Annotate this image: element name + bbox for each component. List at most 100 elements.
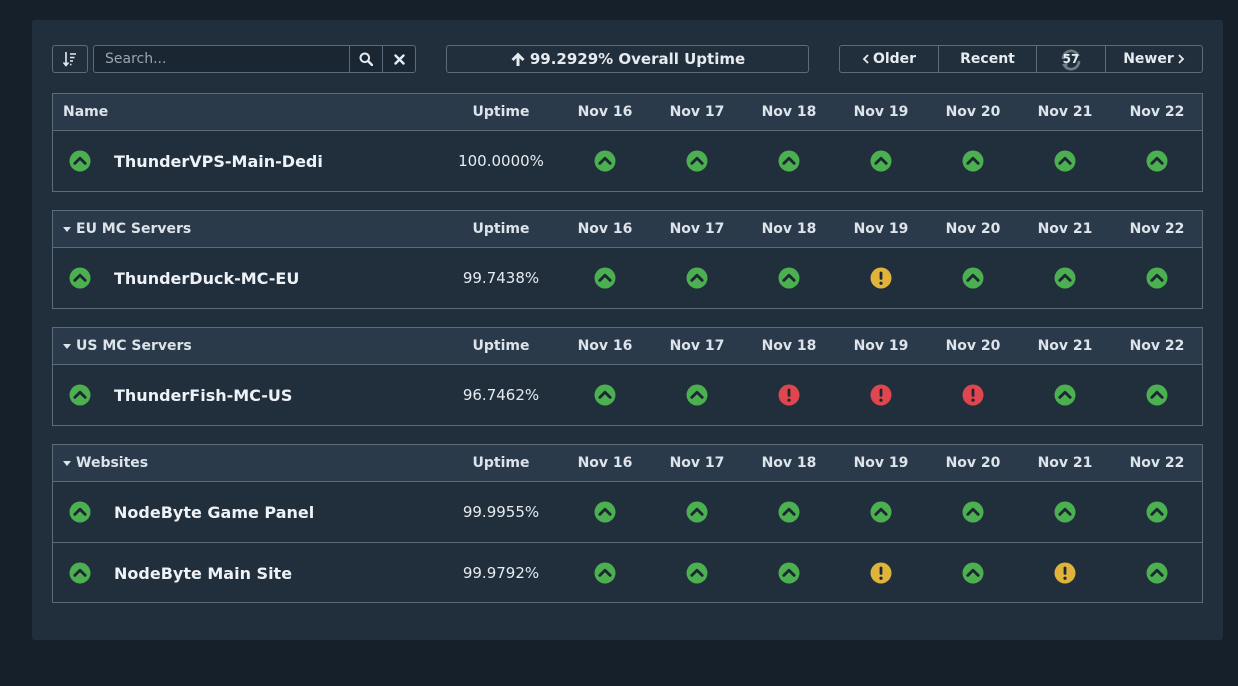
day-status-cell[interactable] [841, 482, 921, 542]
day-status-warning-icon [870, 267, 892, 289]
monitor-group: US MC Servers Uptime Nov 16 Nov 17 Nov 18 Nov… [52, 327, 1203, 426]
older-button[interactable]: Older [839, 45, 939, 73]
monitor-row[interactable]: ThunderVPS-Main-Dedi 100.0000% [53, 131, 1202, 191]
day-status-up-icon [594, 501, 616, 523]
clear-search-button[interactable] [382, 45, 416, 73]
monitor-name[interactable]: ThunderFish-MC-US [114, 365, 292, 425]
day-status-cell[interactable] [565, 482, 645, 542]
group-header[interactable]: Websites Uptime Nov 16 Nov 17 Nov 18 Nov 19 No… [53, 445, 1202, 482]
group-header[interactable]: EU MC Servers Uptime Nov 16 Nov 17 Nov 18 Nov… [53, 211, 1202, 248]
day-status-cell[interactable] [933, 543, 1013, 603]
caret-down-icon[interactable] [63, 344, 71, 349]
arrow-up-icon [511, 52, 525, 66]
group-header[interactable]: US MC Servers Uptime Nov 16 Nov 17 Nov 18 Nov… [53, 328, 1202, 365]
uptime-column-header[interactable]: Uptime [441, 211, 561, 248]
uptime-column-header[interactable]: Uptime [441, 94, 561, 131]
day-status-cell[interactable] [657, 131, 737, 191]
day-status-down-icon [962, 384, 984, 406]
monitor-name[interactable]: NodeByte Game Panel [114, 482, 314, 542]
monitor-row[interactable]: NodeByte Main Site 99.9792% [53, 542, 1202, 602]
day-status-cell[interactable] [657, 543, 737, 603]
day-status-up-icon [962, 562, 984, 584]
day-status-up-icon [594, 150, 616, 172]
monitor-name[interactable]: ThunderDuck-MC-EU [114, 248, 299, 308]
caret-down-icon[interactable] [63, 227, 71, 232]
day-status-cell[interactable] [565, 365, 645, 425]
monitor-uptime: 99.9955% [462, 503, 540, 521]
day-status-cell[interactable] [1117, 365, 1197, 425]
day-status-up-icon [778, 562, 800, 584]
caret-down-icon[interactable] [63, 461, 71, 466]
day-status-down-icon [870, 384, 892, 406]
date-column-header: Nov 18 [761, 455, 817, 471]
date-column-header: Nov 18 [761, 221, 817, 237]
monitor-group: Name Uptime Nov 16 Nov 17 Nov 18 Nov 19 Nov 20… [52, 93, 1203, 192]
day-status-cell[interactable] [1117, 482, 1197, 542]
day-status-cell[interactable] [565, 248, 645, 308]
group-title[interactable]: EU MC Servers [63, 211, 191, 248]
status-up-icon [69, 150, 91, 172]
day-status-up-icon [686, 150, 708, 172]
day-status-cell[interactable] [933, 248, 1013, 308]
day-status-up-icon [1146, 562, 1168, 584]
monitor-group: EU MC Servers Uptime Nov 16 Nov 17 Nov 18 Nov… [52, 210, 1203, 309]
day-status-cell[interactable] [841, 365, 921, 425]
recent-button[interactable]: Recent [938, 45, 1037, 73]
day-status-cell[interactable] [1117, 248, 1197, 308]
refresh-button[interactable]: 57 [1036, 45, 1106, 73]
day-status-cell[interactable] [749, 365, 829, 425]
search-group [93, 45, 416, 73]
day-status-cell[interactable] [933, 482, 1013, 542]
uptime-column-header[interactable]: Uptime [441, 445, 561, 482]
uptime-column-header[interactable]: Uptime [441, 328, 561, 365]
date-column-header: Nov 16 [577, 104, 633, 120]
day-status-cell[interactable] [749, 543, 829, 603]
day-status-cell[interactable] [749, 248, 829, 308]
group-title[interactable]: Websites [63, 445, 148, 482]
day-status-cell[interactable] [1025, 131, 1105, 191]
day-status-cell[interactable] [933, 365, 1013, 425]
monitor-row[interactable]: ThunderFish-MC-US 96.7462% [53, 365, 1202, 425]
date-column-header: Nov 16 [577, 338, 633, 354]
group-title-text: EU MC Servers [76, 221, 192, 237]
chevron-right-icon [1178, 54, 1185, 64]
day-status-cell[interactable] [1025, 365, 1105, 425]
day-status-cell[interactable] [1025, 482, 1105, 542]
day-status-up-icon [962, 267, 984, 289]
day-status-cell[interactable] [657, 248, 737, 308]
date-column-header: Nov 17 [669, 338, 725, 354]
day-status-cell[interactable] [841, 543, 921, 603]
day-status-cell[interactable] [749, 482, 829, 542]
day-status-cell[interactable] [1117, 543, 1197, 603]
day-status-cell[interactable] [841, 131, 921, 191]
day-status-cell[interactable] [657, 482, 737, 542]
day-status-up-icon [962, 501, 984, 523]
newer-button[interactable]: Newer [1105, 45, 1203, 73]
monitor-name[interactable]: ThunderVPS-Main-Dedi [114, 131, 323, 191]
monitor-uptime: 99.9792% [462, 564, 540, 582]
date-column-header: Nov 18 [761, 338, 817, 354]
group-title[interactable]: US MC Servers [63, 328, 192, 365]
day-status-cell[interactable] [565, 131, 645, 191]
chevron-left-icon [862, 54, 869, 64]
monitor-row[interactable]: NodeByte Game Panel 99.9955% [53, 482, 1202, 542]
date-column-header: Nov 19 [853, 338, 909, 354]
day-status-cell[interactable] [565, 543, 645, 603]
sort-button[interactable] [52, 45, 88, 73]
day-status-cell[interactable] [749, 131, 829, 191]
monitor-status [69, 543, 91, 603]
monitor-uptime: 96.7462% [462, 386, 540, 404]
day-status-cell[interactable] [1025, 248, 1105, 308]
monitor-row[interactable]: ThunderDuck-MC-EU 99.7438% [53, 248, 1202, 308]
monitor-group: Websites Uptime Nov 16 Nov 17 Nov 18 Nov 19 No… [52, 444, 1203, 603]
day-status-cell[interactable] [933, 131, 1013, 191]
recent-label: Recent [960, 51, 1015, 67]
search-button[interactable] [349, 45, 383, 73]
monitor-name[interactable]: NodeByte Main Site [114, 543, 292, 603]
day-status-cell[interactable] [841, 248, 921, 308]
day-status-cell[interactable] [1025, 543, 1105, 603]
day-status-up-icon [962, 150, 984, 172]
search-input[interactable] [93, 45, 351, 73]
day-status-cell[interactable] [657, 365, 737, 425]
day-status-cell[interactable] [1117, 131, 1197, 191]
